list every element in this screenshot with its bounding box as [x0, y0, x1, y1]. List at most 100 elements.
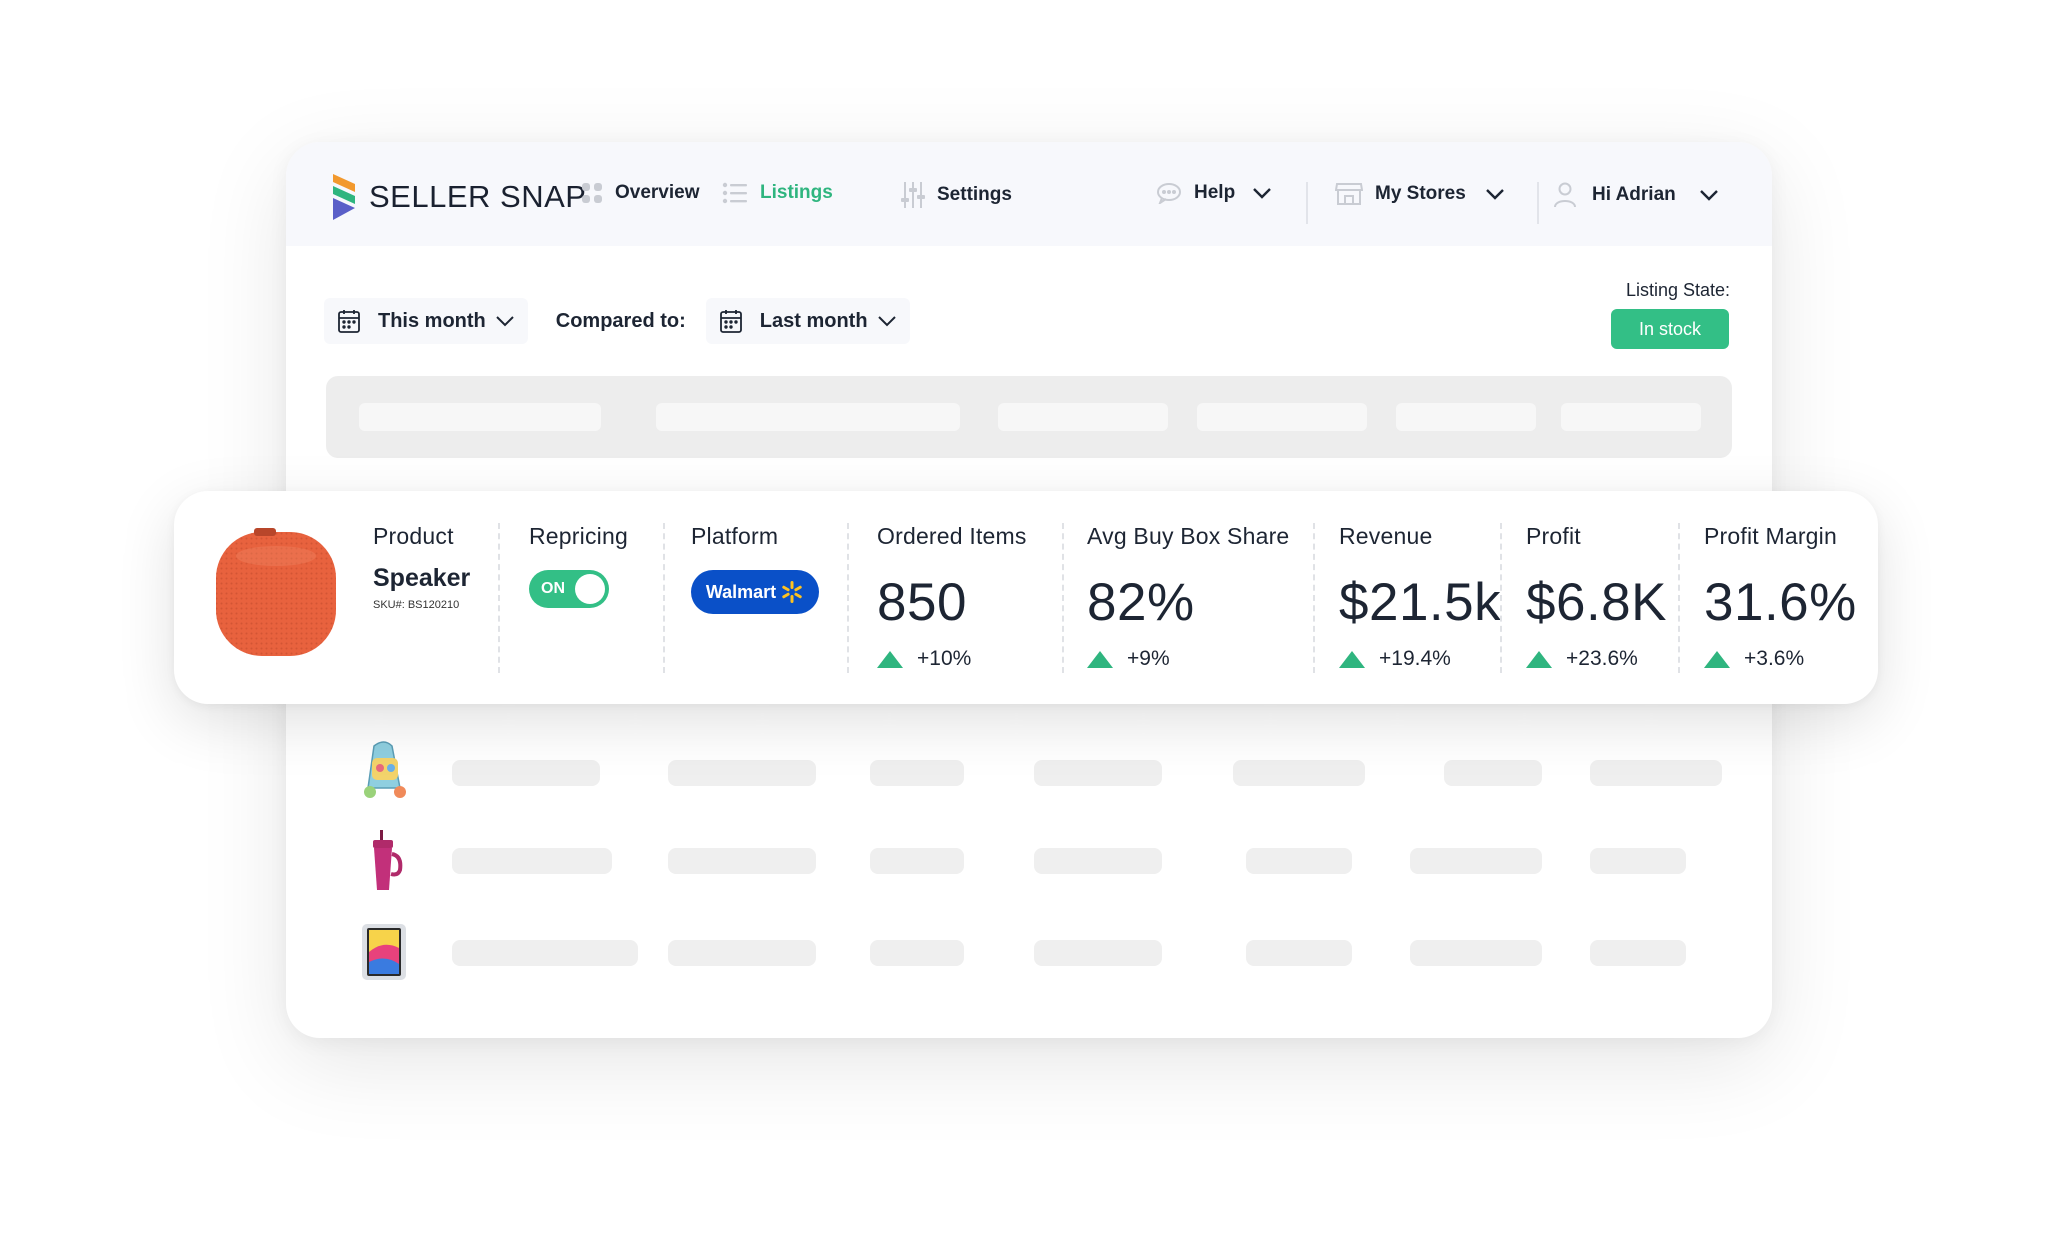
- skeleton-bar: [668, 940, 816, 966]
- column-divider: [1062, 523, 1064, 673]
- column-divider: [1313, 523, 1315, 673]
- metric-change: +19.4%: [1339, 647, 1501, 671]
- skeleton-bar: [1396, 403, 1536, 431]
- metric-change-value: +19.4%: [1379, 647, 1451, 670]
- repricing-toggle[interactable]: ON: [529, 570, 609, 608]
- skeleton-bar: [870, 848, 964, 874]
- metric-value: $21.5k: [1339, 573, 1502, 632]
- chevron-down-icon: [877, 315, 896, 327]
- metric-value: 31.6%: [1704, 573, 1857, 632]
- skeleton-bar: [1246, 940, 1352, 966]
- metric-change-value: +10%: [917, 647, 972, 670]
- trend-up-icon: [1704, 650, 1730, 668]
- current-period-dropdown[interactable]: This month: [324, 298, 528, 344]
- skeleton-bar: [668, 760, 816, 786]
- metric-value: 82%: [1087, 573, 1195, 632]
- nav-my-stores-label: My Stores: [1375, 183, 1466, 204]
- listing-state-label: Listing State:: [1625, 280, 1730, 300]
- metric-label: Revenue: [1339, 523, 1433, 549]
- grid-icon: [581, 182, 603, 204]
- listing-state-badge[interactable]: In stock: [1611, 309, 1729, 349]
- metric-ordered-items: Ordered Items 850 +10%: [877, 523, 1027, 671]
- walmart-badge: Walmart: [691, 570, 819, 614]
- product-thumbnail-tablet[interactable]: [354, 920, 414, 984]
- skeleton-bar: [1034, 940, 1162, 966]
- compared-to-label: Compared to:: [555, 309, 686, 332]
- product-image-speaker[interactable]: [214, 526, 338, 665]
- calendar-icon: [338, 309, 360, 333]
- product-thumbnail-toy[interactable]: [354, 738, 414, 802]
- top-navigation-bar: SELLER SNAP Overview Listings Settings H: [286, 142, 1772, 246]
- skeleton-bar: [870, 940, 964, 966]
- skeleton-bar: [1590, 760, 1722, 786]
- nav-user-menu[interactable]: Hi Adrian: [1554, 182, 1718, 208]
- brand-name: SELLER SNAP: [369, 179, 587, 214]
- nav-my-stores[interactable]: My Stores: [1335, 182, 1504, 206]
- user-icon: [1554, 182, 1576, 208]
- product-column-header: Product: [373, 523, 454, 549]
- column-divider: [1678, 523, 1680, 673]
- metric-change-value: +3.6%: [1744, 647, 1805, 670]
- skeleton-bar: [452, 760, 600, 786]
- chat-icon: [1156, 182, 1182, 204]
- calendar-icon: [719, 309, 742, 333]
- repricing-toggle-label: ON: [541, 580, 565, 597]
- metric-change: +3.6%: [1704, 647, 1857, 671]
- trend-up-icon: [1087, 650, 1113, 668]
- brand-logo[interactable]: SELLER SNAP: [331, 174, 586, 220]
- skeleton-bar: [1034, 760, 1162, 786]
- nav-settings[interactable]: Settings: [901, 182, 1012, 208]
- nav-help-label: Help: [1194, 182, 1236, 203]
- compare-period-label: Last month: [759, 309, 868, 332]
- current-period-label: This month: [378, 309, 486, 332]
- column-divider: [847, 523, 849, 673]
- nav-help[interactable]: Help: [1156, 182, 1272, 204]
- toy-walker-icon: [364, 741, 406, 798]
- skeleton-bar: [1410, 848, 1542, 874]
- skeleton-bar: [668, 848, 816, 874]
- metric-value: $6.8K: [1526, 573, 1668, 632]
- platform-column-header: Platform: [691, 523, 779, 549]
- trend-up-icon: [1526, 650, 1552, 668]
- column-divider: [663, 523, 665, 673]
- metric-change: +9%: [1087, 647, 1289, 671]
- nav-listings[interactable]: Listings: [722, 182, 833, 204]
- nav-overview-label: Overview: [615, 182, 700, 203]
- metric-label: Avg Buy Box Share: [1087, 523, 1290, 549]
- skeleton-bar: [359, 403, 601, 431]
- skeleton-bar: [1197, 403, 1367, 431]
- product-listing-card[interactable]: Product Speaker SKU#: BS120210 Repricing…: [174, 491, 1878, 704]
- nav-divider: [1537, 182, 1539, 224]
- metric-label: Profit: [1526, 523, 1581, 549]
- date-filters: This month Compared to: Last month: [324, 298, 910, 344]
- nav-divider: [1306, 182, 1308, 224]
- product-name[interactable]: Speaker: [373, 564, 470, 593]
- column-divider: [1500, 523, 1502, 673]
- nav-settings-label: Settings: [937, 184, 1012, 205]
- metric-change: +23.6%: [1526, 647, 1667, 671]
- logo-icon: [333, 174, 355, 220]
- chevron-down-icon: [1485, 188, 1504, 200]
- metric-change-value: +9%: [1127, 647, 1170, 670]
- skeleton-bar: [656, 403, 960, 431]
- skeleton-bar: [870, 760, 964, 786]
- chevron-down-icon: [1699, 189, 1718, 201]
- chevron-down-icon: [1253, 187, 1272, 199]
- product-sku: SKU#: BS120210: [373, 599, 460, 611]
- skeleton-bar: [1444, 760, 1542, 786]
- walmart-badge-label: Walmart: [705, 581, 777, 602]
- nav-overview[interactable]: Overview: [581, 182, 700, 204]
- skeleton-bar: [1410, 940, 1542, 966]
- product-thumbnail-tumbler[interactable]: [354, 830, 414, 894]
- speaker-icon: [216, 528, 336, 656]
- store-icon: [1335, 182, 1363, 206]
- compare-period-dropdown[interactable]: Last month: [705, 298, 910, 344]
- toggle-knob: [575, 574, 605, 604]
- skeleton-bar: [998, 403, 1168, 431]
- skeleton-bar: [1246, 848, 1352, 874]
- walmart-spark-icon: [780, 580, 804, 604]
- sliders-icon: [901, 182, 925, 208]
- metric-change: +10%: [877, 647, 1027, 671]
- trend-up-icon: [1339, 650, 1365, 668]
- trend-up-icon: [877, 650, 903, 668]
